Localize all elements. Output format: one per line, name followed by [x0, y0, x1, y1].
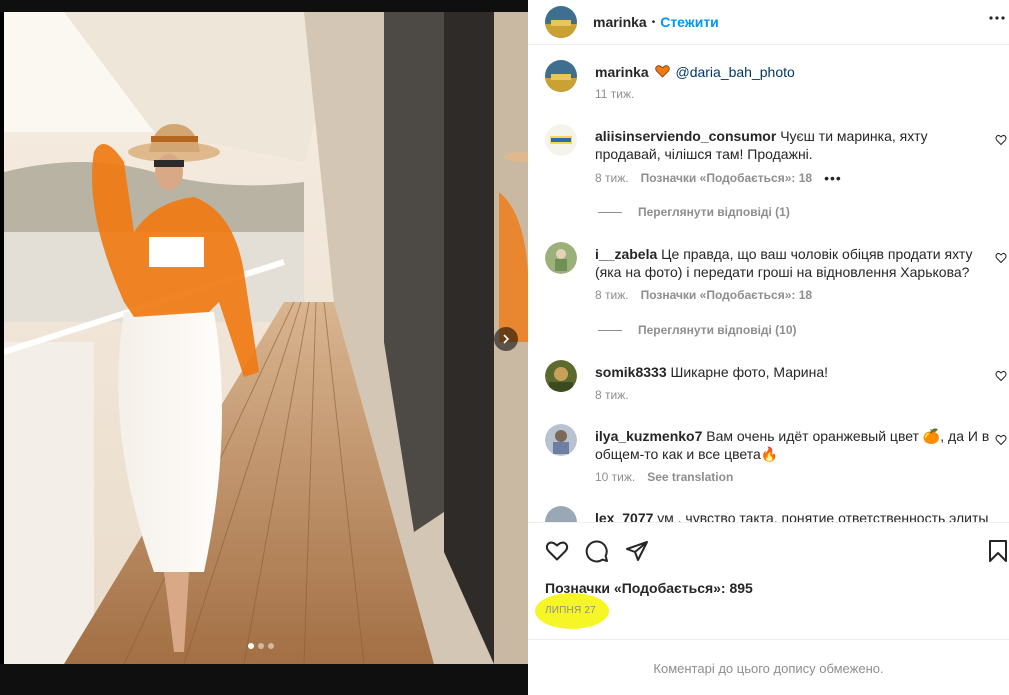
comment-item: i__zabela Це правда, що ваш чоловік обіц…: [545, 242, 1007, 342]
author-username[interactable]: marinka: [593, 14, 647, 30]
comment-time[interactable]: 8 тиж.: [595, 388, 629, 402]
comment-item: aliisinserviendo_consumor Чуєш ти маринк…: [545, 124, 1007, 224]
post-actions: Позначки «Подобається»: 895 ЛИПНЯ 27 Ком…: [528, 522, 1009, 695]
comment-text: aliisinserviendo_consumor Чуєш ти маринк…: [595, 127, 995, 163]
carousel-dot: [258, 643, 264, 649]
comment-text: i__zabela Це правда, що ваш чоловік обіц…: [595, 245, 995, 281]
comment-username[interactable]: lex_7077: [595, 510, 653, 522]
caption-row: marinka @daria_bah_photo 11 тиж.: [545, 60, 1005, 110]
orange-heart-icon: [654, 65, 670, 78]
comments-list[interactable]: marinka @daria_bah_photo 11 тиж. aliisin…: [528, 46, 1009, 522]
post-side-panel: marinka • Стежити marinka @daria_bah_pho…: [528, 0, 1009, 695]
yacht-photo-illustration: [4, 12, 528, 664]
action-icons: [545, 539, 649, 563]
comment-meta: 8 тиж. Позначки «Подобається»: 18 •••: [595, 170, 842, 186]
comment-text: lex_7077 ум , чувство такта, понятие отв…: [595, 509, 1009, 522]
commenter-avatar[interactable]: [545, 424, 577, 456]
post-date[interactable]: ЛИПНЯ 27: [545, 605, 596, 616]
comment-time[interactable]: 8 тиж.: [595, 171, 629, 185]
separator-dot: •: [651, 16, 656, 28]
bottom-letterbox: [0, 664, 528, 695]
comment-like-heart-icon[interactable]: [995, 434, 1007, 446]
author-avatar[interactable]: [545, 6, 577, 38]
heart-icon[interactable]: [545, 539, 569, 563]
post-photo[interactable]: [4, 12, 528, 664]
caption-mention[interactable]: @daria_bah_photo: [675, 64, 794, 80]
comment-meta: 10 тиж. See translation: [595, 470, 733, 484]
comment-item: somik8333 Шикарне фото, Марина! 8 тиж.: [545, 360, 1007, 410]
comment-like-heart-icon[interactable]: [995, 370, 1007, 382]
see-translation-button[interactable]: See translation: [647, 470, 733, 484]
caption-time[interactable]: 11 тиж.: [595, 87, 634, 101]
follow-button[interactable]: Стежити: [660, 14, 719, 30]
comment-username[interactable]: aliisinserviendo_consumor: [595, 128, 776, 144]
caption-text: marinka @daria_bah_photo: [595, 63, 985, 81]
commenter-avatar[interactable]: [545, 360, 577, 392]
commenter-avatar[interactable]: [545, 124, 577, 156]
comment-likes[interactable]: Позначки «Подобається»: 18: [641, 171, 812, 185]
view-replies-button[interactable]: Переглянути відповіді (1): [598, 205, 790, 219]
replies-line: [598, 329, 622, 331]
comment-like-heart-icon[interactable]: [995, 252, 1007, 264]
post-header: marinka • Стежити: [528, 0, 1009, 45]
top-letterbox: [0, 0, 528, 12]
comment-username[interactable]: somik8333: [595, 364, 667, 380]
comment-meta: 8 тиж.: [595, 388, 629, 402]
comment-username[interactable]: i__zabela: [595, 246, 657, 262]
comment-item: lex_7077 ум , чувство такта, понятие отв…: [545, 506, 1005, 522]
comment-item: ilya_kuzmenko7 Вам очень идёт оранжевый …: [545, 424, 1007, 494]
caption-meta: 11 тиж.: [595, 87, 634, 101]
carousel-dot: [248, 643, 254, 649]
comment-options-icon[interactable]: •••: [824, 170, 842, 186]
carousel-dot: [268, 643, 274, 649]
comment-text: somik8333 Шикарне фото, Марина!: [595, 363, 995, 381]
comment-likes[interactable]: Позначки «Подобається»: 18: [641, 288, 812, 302]
carousel-indicator: [248, 643, 274, 649]
more-horizontal-icon[interactable]: [987, 8, 1007, 33]
commenter-avatar[interactable]: [545, 242, 577, 274]
comment-icon[interactable]: [585, 539, 609, 563]
comment-text: ilya_kuzmenko7 Вам очень идёт оранжевый …: [595, 427, 995, 463]
comments-restricted-notice: Коментарі до цього допису обмежено.: [528, 639, 1009, 695]
view-replies-label[interactable]: Переглянути відповіді (1): [638, 205, 790, 219]
bookmark-icon[interactable]: [987, 539, 1009, 563]
post-viewer: marinka • Стежити marinka @daria_bah_pho…: [0, 0, 1009, 695]
comment-meta: 8 тиж. Позначки «Подобається»: 18: [595, 288, 812, 302]
comment-message: Шикарне фото, Марина!: [670, 364, 829, 380]
carousel-next-button[interactable]: [494, 327, 518, 351]
replies-line: [598, 211, 622, 213]
comment-time[interactable]: 10 тиж.: [595, 470, 635, 484]
comment-username[interactable]: ilya_kuzmenko7: [595, 428, 702, 444]
chevron-right-icon: [503, 334, 510, 344]
view-replies-button[interactable]: Переглянути відповіді (10): [598, 323, 797, 337]
commenter-avatar[interactable]: [545, 506, 577, 522]
comment-time[interactable]: 8 тиж.: [595, 288, 629, 302]
caption-username[interactable]: marinka: [595, 64, 649, 80]
comment-message: ум , чувство такта, понятие ответственно…: [657, 510, 989, 522]
send-icon[interactable]: [625, 539, 649, 563]
comment-like-heart-icon[interactable]: [995, 134, 1007, 146]
view-replies-label[interactable]: Переглянути відповіді (10): [638, 323, 797, 337]
author-avatar[interactable]: [545, 60, 577, 92]
